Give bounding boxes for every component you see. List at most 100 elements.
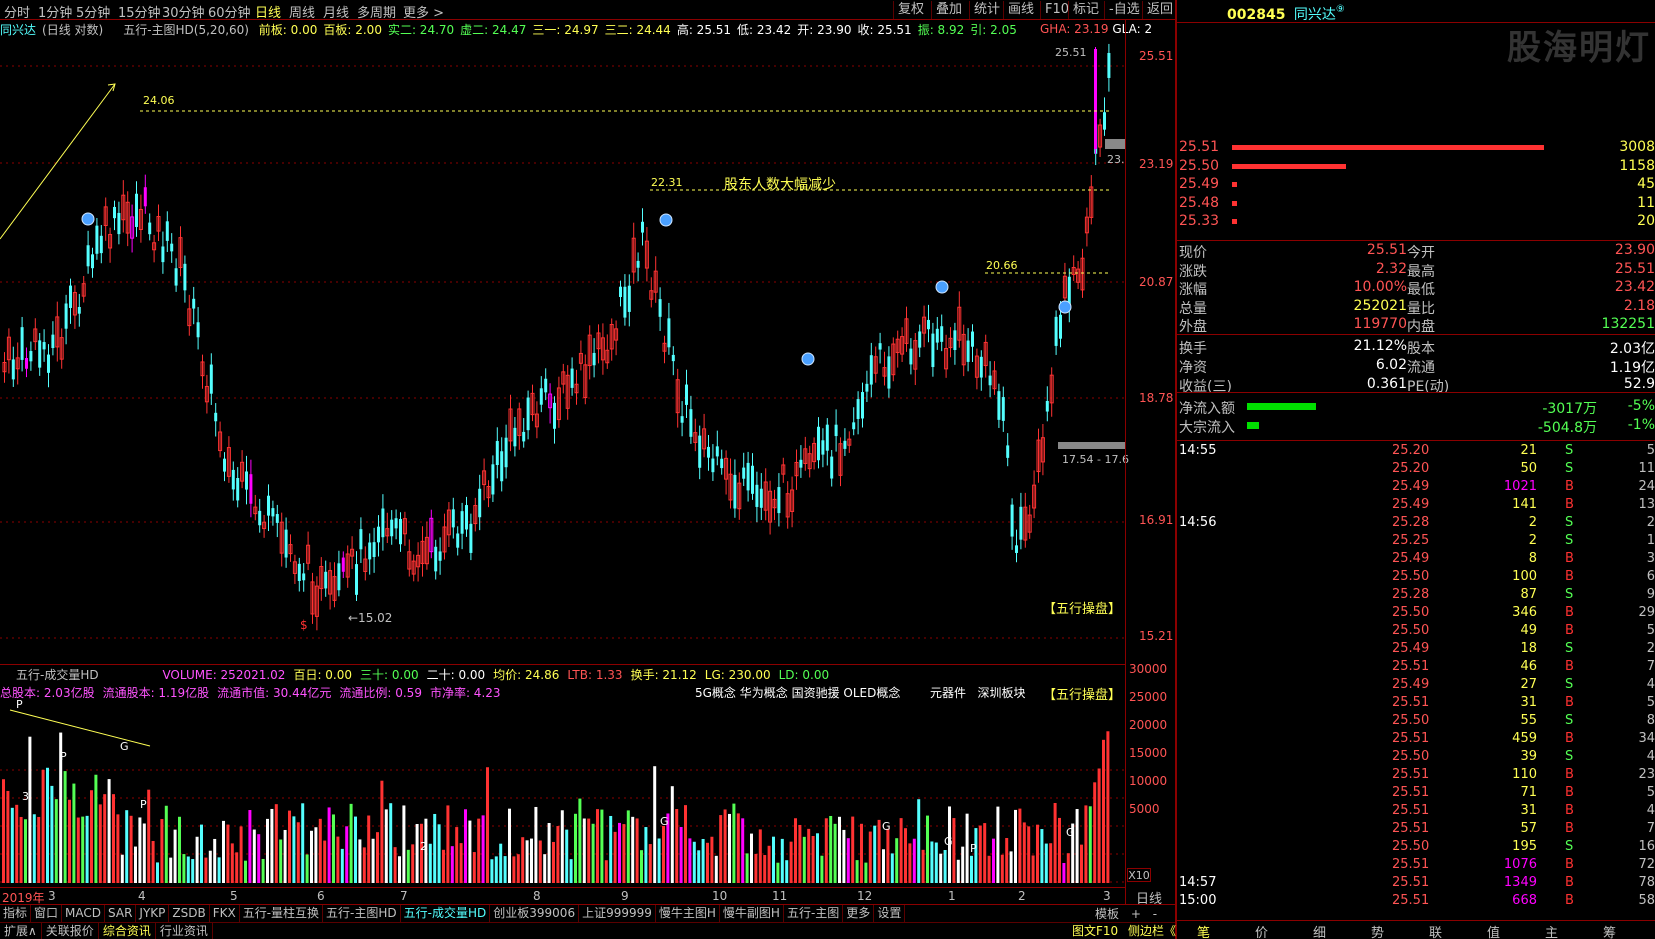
toolbar-button[interactable]: 返回 bbox=[1142, 1, 1175, 19]
volume-bar bbox=[679, 827, 683, 883]
indicator-tab[interactable]: FKX bbox=[210, 905, 240, 922]
indicator-value: 高: 25.51 bbox=[676, 23, 732, 37]
period-tab[interactable]: 周线 bbox=[289, 2, 315, 19]
indicator-tab[interactable]: 创业板399006 bbox=[490, 905, 580, 922]
sidebar-toggle[interactable]: 侧边栏《 bbox=[1128, 924, 1176, 938]
bid-row[interactable]: 25.51 3008 bbox=[1177, 139, 1655, 158]
period-tab[interactable]: 多周期 bbox=[357, 2, 396, 19]
period-tab[interactable]: 15分钟 bbox=[118, 2, 161, 19]
volume-bar bbox=[24, 819, 27, 883]
toolbar-button[interactable]: -自选 bbox=[1104, 1, 1144, 19]
trade-row: 25.51 110 B 23 bbox=[1177, 767, 1655, 785]
period-tab[interactable]: 30分钟 bbox=[162, 2, 205, 19]
volume-bar bbox=[547, 822, 551, 883]
panel-tab[interactable]: 主 bbox=[1545, 922, 1558, 939]
indicator-tab[interactable]: MACD bbox=[62, 905, 106, 922]
fundamental-row: 净资 6.02 流通 1.19亿 bbox=[1177, 357, 1655, 376]
plus-button[interactable]: + bbox=[1131, 907, 1141, 921]
indicator-tab[interactable]: 上证999999 bbox=[579, 905, 656, 922]
candle-body bbox=[720, 458, 724, 469]
volume-bar bbox=[252, 829, 256, 883]
minus-button[interactable]: - bbox=[1153, 907, 1157, 921]
bid-row[interactable]: 25.33 20 bbox=[1177, 213, 1655, 232]
volume-bar bbox=[741, 818, 745, 883]
toolbar-button[interactable]: 复权 bbox=[893, 1, 928, 19]
f10-link[interactable]: 图文F10 bbox=[1072, 924, 1118, 938]
volume-bar bbox=[516, 854, 520, 883]
candle-body bbox=[148, 222, 152, 235]
template-button[interactable]: 模板 bbox=[1095, 907, 1119, 921]
candle-body bbox=[553, 402, 556, 429]
stock-title[interactable]: 同兴达 bbox=[1294, 7, 1336, 23]
bid-volume: 3008 bbox=[1619, 139, 1655, 155]
bid-row[interactable]: 25.49 45 bbox=[1177, 176, 1655, 195]
period-tab[interactable]: 日线 bbox=[255, 2, 281, 19]
panel-tab[interactable]: 联 bbox=[1429, 922, 1442, 939]
fundamental-label: 换手 bbox=[1179, 341, 1207, 357]
period-tab[interactable]: 60分钟 bbox=[208, 2, 251, 19]
volume-indicator-name[interactable]: 五行-成交量HD bbox=[16, 668, 99, 682]
indicator-tab[interactable]: 更多 bbox=[843, 905, 875, 922]
panel-tab[interactable]: 笔 bbox=[1197, 922, 1210, 939]
candle-body bbox=[465, 505, 468, 530]
indicator-tab[interactable]: 设置 bbox=[874, 905, 906, 922]
indicator-tab[interactable]: 慢牛副图H bbox=[720, 905, 784, 922]
panel-tab[interactable]: 细 bbox=[1313, 922, 1326, 939]
panel-tab[interactable]: 值 bbox=[1487, 922, 1500, 939]
bid-row[interactable]: 25.48 11 bbox=[1177, 195, 1655, 214]
volume-bar bbox=[257, 834, 261, 883]
info-tab[interactable]: 综合资讯 bbox=[99, 923, 156, 939]
period-tab[interactable]: 更多 > bbox=[403, 2, 444, 19]
indicator-tab[interactable]: SAR bbox=[105, 905, 137, 922]
bid-row[interactable]: 25.50 1158 bbox=[1177, 158, 1655, 177]
volume-bar bbox=[200, 824, 203, 883]
info-tab[interactable]: 关联报价 bbox=[42, 923, 99, 939]
volume-chart[interactable]: P P G 3 P G G G P G 2 bbox=[0, 700, 1125, 885]
volume-bar bbox=[182, 854, 186, 883]
period-tab[interactable]: 1分钟 bbox=[38, 2, 72, 19]
volume-bar bbox=[213, 838, 217, 883]
zoom-indicator[interactable]: X10 bbox=[1127, 868, 1151, 882]
info-tab[interactable]: 行业资讯 bbox=[156, 923, 213, 939]
indicator-tab[interactable]: ZSDB bbox=[169, 905, 210, 922]
trade-side: S bbox=[1565, 533, 1574, 548]
volume-bar bbox=[1093, 782, 1097, 883]
indicator-tab[interactable]: 窗口 bbox=[31, 905, 63, 922]
toolbar-button[interactable]: 统计 bbox=[969, 1, 1004, 19]
trade-side: B bbox=[1565, 785, 1574, 800]
volume-bar bbox=[81, 816, 85, 883]
indicator-name[interactable]: 五行-主图HD(5,20,60) bbox=[123, 23, 249, 37]
volume-value: 百日: 0.00 bbox=[293, 668, 353, 682]
info-tab[interactable]: 扩展∧ bbox=[0, 923, 42, 939]
fundamental-label: 收益(三) bbox=[1179, 379, 1232, 395]
info-icon[interactable]: ⑨ bbox=[1336, 4, 1345, 15]
trade-side: B bbox=[1565, 767, 1574, 782]
indicator-tab[interactable]: JYKP bbox=[136, 905, 170, 922]
trade-volume: 55 bbox=[1520, 713, 1537, 728]
indicator-tab[interactable]: 指标 bbox=[0, 905, 32, 922]
trade-price: 25.50 bbox=[1392, 839, 1430, 854]
indicator-tab[interactable]: 五行-主图 bbox=[784, 905, 844, 922]
period-tab[interactable]: 月线 bbox=[323, 2, 349, 19]
indicator-tab[interactable]: 五行-成交量HD bbox=[401, 905, 491, 922]
candle-body bbox=[1045, 400, 1049, 412]
fundamental-value: 2.03亿 bbox=[1609, 341, 1655, 357]
toolbar-button[interactable]: 叠加 bbox=[931, 1, 966, 19]
volume-bar bbox=[376, 832, 379, 883]
kline-chart[interactable]: 24.06 22.31 股东人数大幅减少 20.66 25.51 23. 17.54 - 1… bbox=[0, 39, 1175, 664]
quote-value: 252021 bbox=[1353, 297, 1407, 314]
candle-body bbox=[685, 384, 688, 405]
period-tab[interactable]: 5分钟 bbox=[76, 2, 110, 19]
toolbar-button[interactable]: 画线 bbox=[1003, 1, 1038, 19]
panel-tab[interactable]: 价 bbox=[1255, 922, 1268, 939]
volume-bar bbox=[934, 842, 938, 883]
trade-side: S bbox=[1565, 749, 1574, 764]
panel-tab[interactable]: 势 bbox=[1371, 922, 1384, 939]
panel-tab[interactable]: 筹 bbox=[1603, 922, 1616, 939]
period-tab[interactable]: 分时 bbox=[4, 2, 30, 19]
candle-body bbox=[113, 206, 116, 219]
indicator-tab[interactable]: 五行-量柱互换 bbox=[240, 905, 324, 922]
indicator-tab[interactable]: 慢牛主图H bbox=[656, 905, 720, 922]
toolbar-button[interactable]: 标记 bbox=[1068, 1, 1103, 19]
indicator-tab[interactable]: 五行-主图HD bbox=[323, 905, 401, 922]
